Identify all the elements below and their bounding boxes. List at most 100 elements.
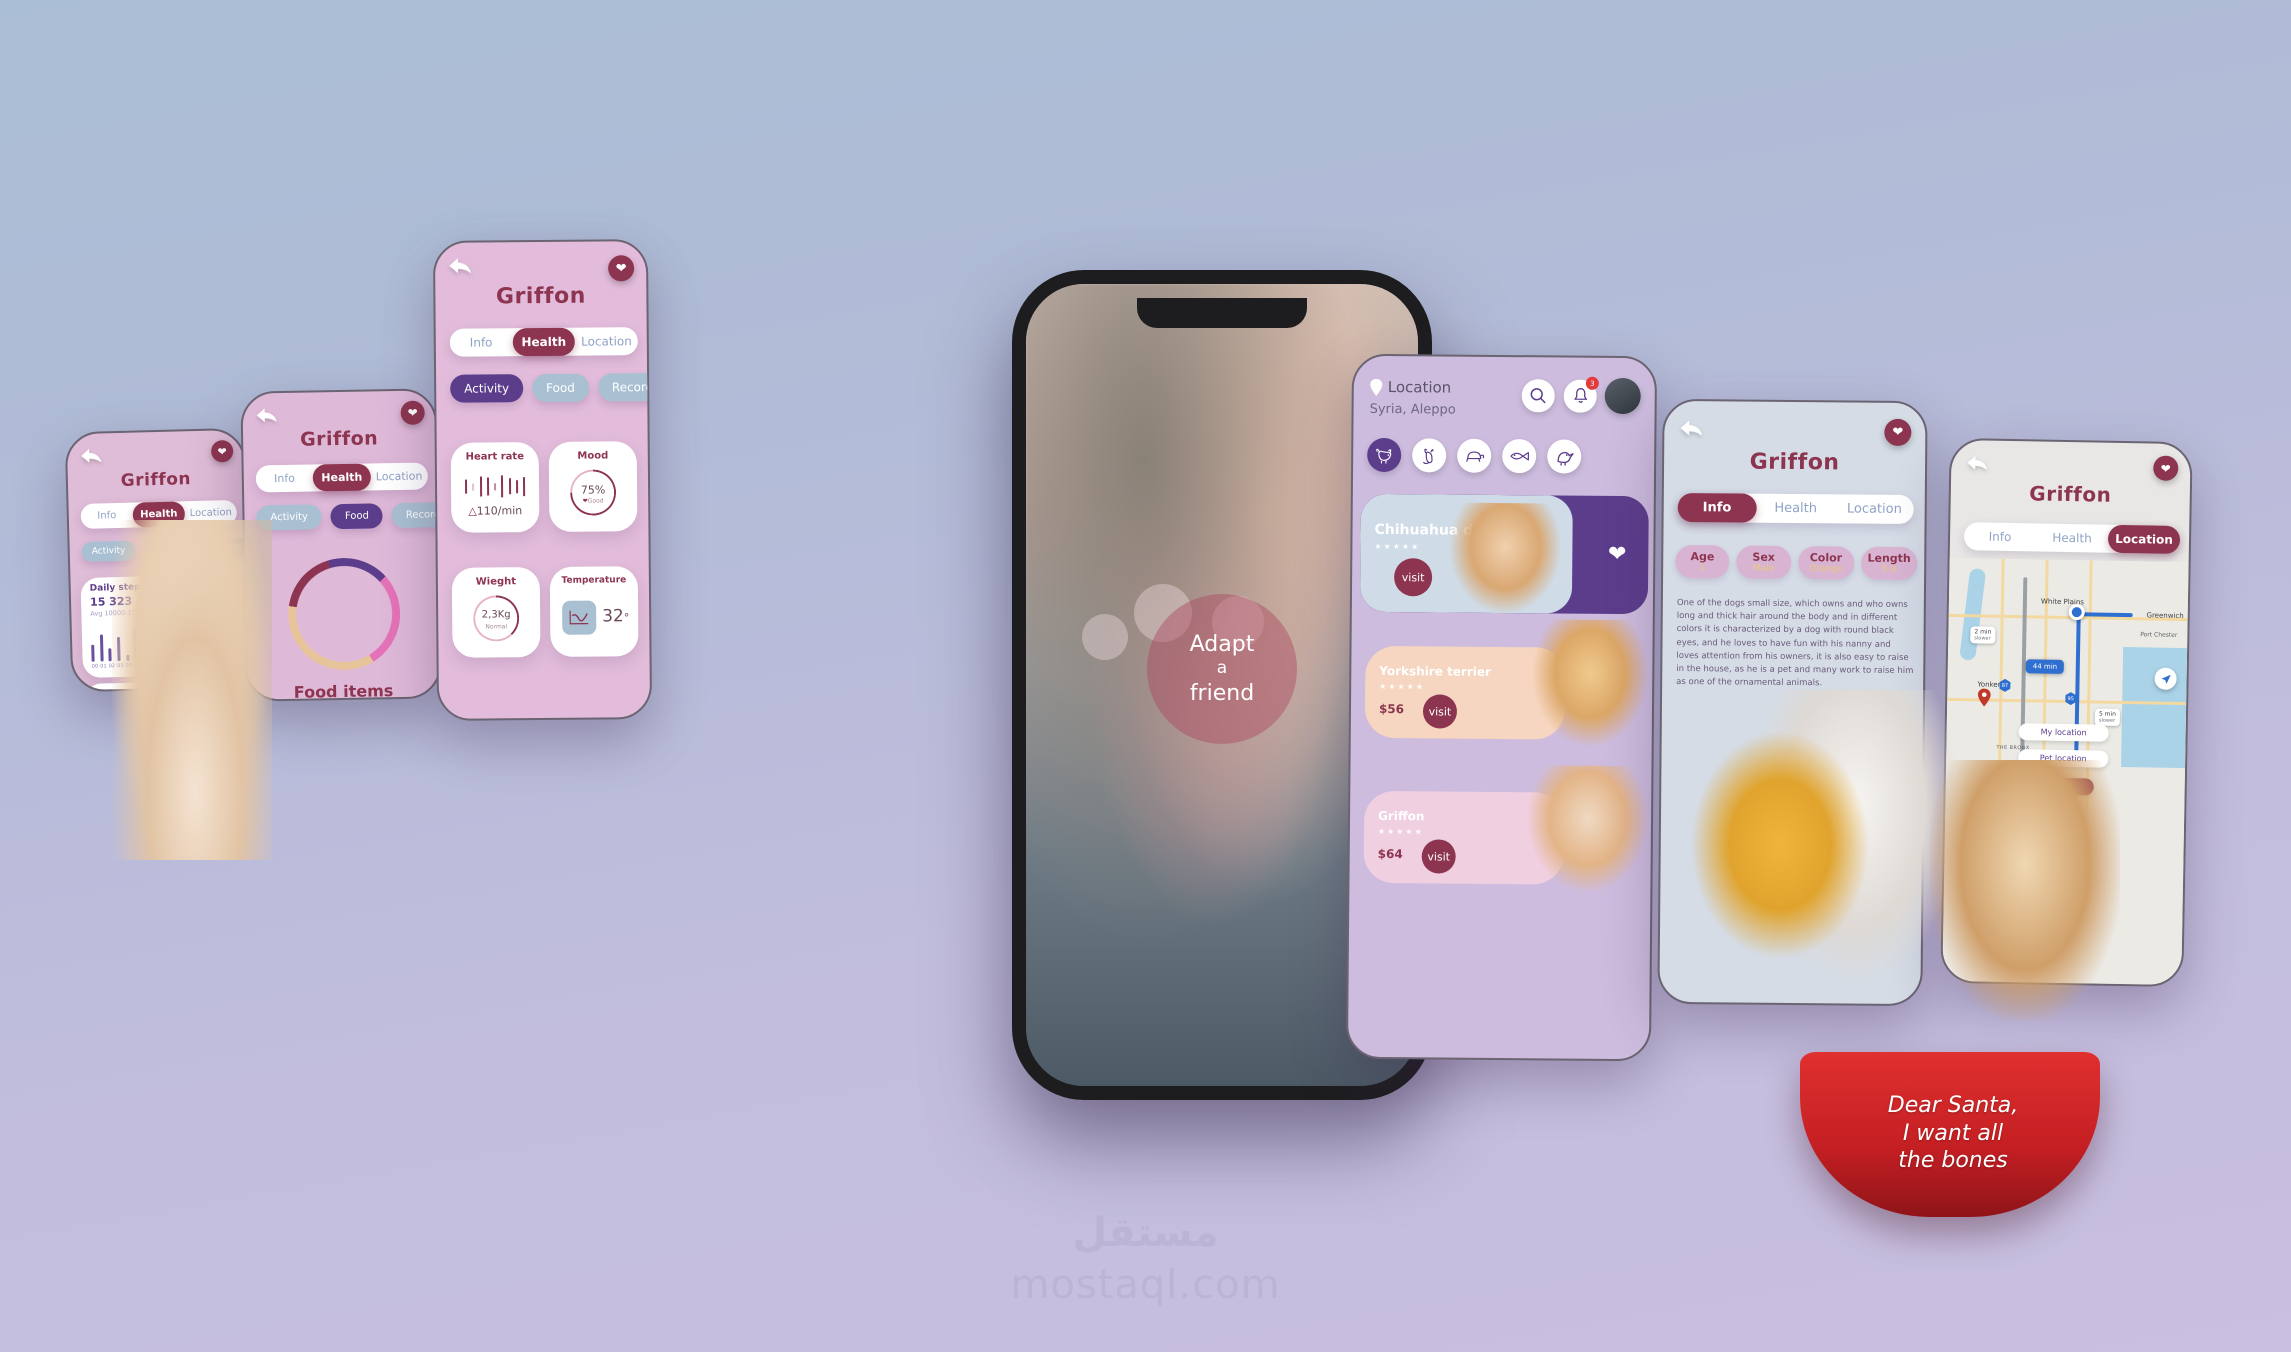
- phone-discover: Location Syria, Aleppo 3 Chihuahua dog ★…: [1345, 353, 1658, 1062]
- pet-stars-yorkshire: ★★★★★: [1379, 681, 1426, 692]
- map-pin-marker[interactable]: [1977, 688, 1991, 710]
- bell-icon: [1573, 388, 1587, 403]
- pet-stars-chihuahua: ★★★★★: [1374, 541, 1421, 552]
- tab-info-3[interactable]: Info: [450, 328, 513, 357]
- favorite-button-2[interactable]: ❤: [400, 400, 425, 425]
- tab-location-5[interactable]: Location: [2107, 524, 2181, 554]
- map-route-primary[interactable]: [2074, 616, 2081, 765]
- heart-rate-title: Heart rate: [465, 451, 525, 463]
- attribute-sex-key: Sex: [1752, 550, 1775, 564]
- map-water-right: [2121, 646, 2188, 769]
- pet-visit-yorkshire[interactable]: visit: [1422, 694, 1458, 729]
- category-cat[interactable]: [1412, 438, 1447, 473]
- attribute-color[interactable]: Color Orange: [1797, 546, 1855, 580]
- axis-tick-00: 00: [91, 663, 99, 670]
- favorite-button-3[interactable]: ❤: [608, 255, 635, 282]
- map-chip-2min[interactable]: 2 min slower: [1970, 626, 1996, 644]
- map-label-greenwich: Greenwich: [2146, 611, 2184, 621]
- location-row[interactable]: Location: [1370, 378, 1451, 397]
- mood-sub: Good: [587, 497, 604, 505]
- dog-yorkie-photo: [1930, 760, 2120, 1020]
- attribute-length-value: 5-9: [1881, 564, 1897, 575]
- attribute-age[interactable]: Age 1: [1675, 544, 1730, 579]
- search-button[interactable]: [1521, 379, 1555, 413]
- temperature-title: Temperature: [561, 575, 627, 586]
- main-tabs-4: Info Health Location: [1677, 492, 1914, 525]
- subtab-food-2[interactable]: Food: [330, 503, 384, 530]
- decor-circle-1: [1082, 614, 1128, 660]
- tab-location-4[interactable]: Location: [1835, 494, 1914, 524]
- subtab-records-3[interactable]: Records: [597, 372, 651, 402]
- tab-health-3[interactable]: Health: [512, 327, 576, 357]
- category-bird[interactable]: [1547, 439, 1582, 474]
- subtab-activity-3[interactable]: Activity: [450, 374, 524, 403]
- back-arrow-icon[interactable]: [79, 447, 103, 464]
- main-tabs-2: Info Health Location: [255, 462, 429, 493]
- axis-tick-01: 01: [100, 663, 107, 670]
- favorite-button[interactable]: ❤: [210, 439, 234, 463]
- tab-info-4[interactable]: Info: [1677, 492, 1757, 523]
- cta-line-1: Adapt: [1189, 631, 1255, 657]
- tab-info-5[interactable]: Info: [1964, 522, 2036, 551]
- tab-location-2[interactable]: Location: [370, 462, 428, 490]
- category-turtle[interactable]: [1457, 438, 1492, 473]
- favorite-button-4[interactable]: ❤: [1884, 418, 1912, 447]
- dog-yellow-photo: [1690, 730, 1870, 960]
- attribute-sex-value: Male: [1752, 563, 1775, 574]
- pet-description: One of the dogs small size, which owns a…: [1676, 597, 1914, 689]
- map-chip-5min[interactable]: 5 min slower: [2094, 708, 2121, 726]
- attribute-color-key: Color: [1809, 551, 1843, 565]
- subtab-food-3[interactable]: Food: [531, 373, 589, 403]
- chart-icon: [562, 600, 597, 635]
- category-dog[interactable]: [1367, 437, 1402, 473]
- attribute-sex[interactable]: Sex Male: [1736, 545, 1791, 579]
- metric-card-mood[interactable]: Mood 75% ❤Good: [548, 441, 638, 532]
- back-arrow-icon-3[interactable]: [447, 257, 473, 275]
- weight-sub: Normal: [485, 623, 508, 631]
- tab-health-4[interactable]: Health: [1756, 494, 1835, 524]
- pet-photo-chihuahua: [1449, 502, 1561, 614]
- tab-info-2[interactable]: Info: [256, 464, 314, 492]
- back-arrow-icon-4[interactable]: [1678, 419, 1704, 437]
- metric-card-temperature[interactable]: Temperature 32°: [549, 566, 639, 657]
- presentation-stage: ❤ Griffon Info Health Location Activity …: [0, 0, 2291, 1352]
- pet-visit-chihuahua[interactable]: visit: [1393, 558, 1433, 597]
- map-label-port-chester: Port Chester: [2140, 631, 2178, 639]
- avatar[interactable]: [1604, 377, 1641, 415]
- page-title-4: Griffon: [1749, 449, 1840, 476]
- pet-card-chihuahua[interactable]: Chihuahua dog ★★★★★ visit ❤: [1359, 493, 1649, 615]
- favorite-button-5[interactable]: ❤: [2153, 455, 2179, 481]
- notifications-button[interactable]: 3: [1563, 376, 1599, 413]
- notification-badge: 3: [1585, 376, 1599, 390]
- page-title: Griffon: [120, 469, 192, 491]
- attribute-age-key: Age: [1690, 550, 1715, 564]
- tab-location-3[interactable]: Location: [575, 327, 638, 356]
- main-tabs-3: Info Health Location: [449, 327, 638, 357]
- weight-title: Wieght: [475, 576, 517, 588]
- map-label-white-plains: White Plains: [2040, 597, 2085, 607]
- my-location-button[interactable]: My location: [2018, 723, 2109, 742]
- heart-rate-value-row: △110/min: [451, 504, 539, 518]
- back-arrow-icon-5[interactable]: [1965, 454, 1989, 471]
- pet-photo-yorkshire: [1530, 619, 1650, 749]
- pet-favorite-chihuahua[interactable]: ❤: [1608, 542, 1627, 567]
- watermark-arabic: مستقل: [1072, 1210, 1219, 1256]
- adapt-cta-button[interactable]: Adapt a friend: [1147, 593, 1297, 744]
- metric-card-weight[interactable]: Wieght 2,3Kg Normal: [451, 567, 541, 658]
- pet-name-yorkshire: Yorkshire terrier: [1379, 663, 1492, 679]
- tab-health-5[interactable]: Health: [2036, 523, 2108, 552]
- temperature-value-row: 32°: [602, 606, 629, 626]
- category-fish[interactable]: [1502, 438, 1537, 474]
- bar-01: [99, 634, 104, 662]
- subtab-records-2[interactable]: Records: [391, 501, 440, 529]
- map-eta-badge: 44 min: [2025, 659, 2065, 674]
- pet-visit-griffon[interactable]: visit: [1421, 839, 1456, 874]
- back-arrow-icon-2[interactable]: [255, 407, 279, 423]
- attribute-row: Age 1 Sex Male Color Orange Length 5-9: [1675, 544, 1918, 581]
- food-distribution-donut: [287, 556, 402, 671]
- navigate-icon: [2161, 674, 2171, 684]
- attribute-length[interactable]: Length 5-9: [1860, 546, 1918, 581]
- metric-card-heart-rate[interactable]: Heart rate △110/min: [450, 442, 540, 533]
- tab-health-2[interactable]: Health: [312, 463, 371, 492]
- weight-value: 2,3Kg: [481, 609, 511, 621]
